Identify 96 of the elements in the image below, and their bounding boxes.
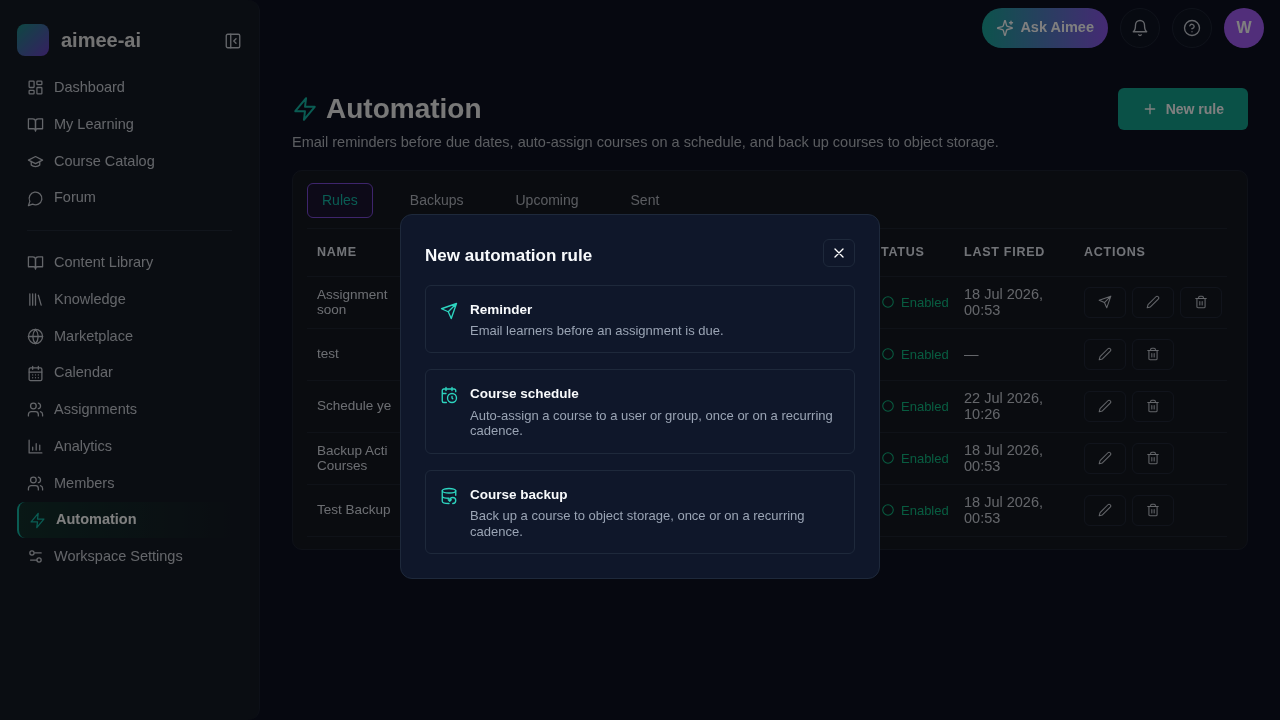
edit-button[interactable] [1132,286,1174,318]
tab[interactable]: Backups [394,182,479,218]
trash-icon [1146,399,1160,414]
calendar-icon [27,364,44,382]
pencil-icon [1098,399,1112,414]
brand-name: aimee-ai [61,28,143,53]
page-subtitle: Email reminders before due dates, auto-assign courses on a schedule, and back up courses to object storage. [292,133,999,152]
column-header: NAME [316,243,358,261]
sidebar-item[interactable]: Content Library [17,245,242,281]
help-button[interactable] [1172,8,1212,48]
table-cell-text: Backup Acti Courses [316,442,389,474]
delete-button[interactable] [1132,494,1174,526]
trash-icon [1194,295,1208,310]
globe-icon [27,327,44,345]
sliders-icon [27,548,44,566]
trash-icon [1146,503,1160,518]
ask-aimee-button[interactable]: Ask Aimee [982,8,1108,48]
database-icon [440,486,458,505]
pencil-icon [1098,503,1112,518]
edit-button[interactable] [1084,494,1126,526]
book-icon [27,116,44,134]
collapse-sidebar-icon[interactable] [224,31,242,50]
paper-plane-icon [440,301,458,320]
lightning-icon [292,96,318,122]
delete-button[interactable] [1132,390,1174,422]
bell-icon [1131,19,1149,37]
sidebar-item[interactable]: Members [17,465,242,502]
user-avatar[interactable]: W [1224,8,1264,48]
column-header: LAST FIRED [963,243,1047,261]
status-icon [881,503,895,518]
status-text: Enabled [901,397,949,416]
tab[interactable]: Sent [615,182,675,218]
status-text: Enabled [901,293,949,312]
rule-type-option[interactable]: Course schedule Auto-assign a course to a user or group, once or on a recurring cadence. [425,369,855,454]
users-icon [27,474,44,492]
edit-button[interactable] [1084,338,1126,370]
logo-icon [17,24,49,56]
grid-icon [27,79,44,97]
table-cell-text: 18 Jul 2026, 00:53 [963,441,1044,475]
tab[interactable]: Rules [307,182,373,218]
status-text: Enabled [901,501,949,520]
library-icon [27,291,44,309]
table-cell-text: 18 Jul 2026, 00:53 [963,285,1044,319]
trash-icon [1146,451,1160,466]
table-cell-text: 22 Jul 2026, 10:26 [963,389,1044,423]
sparkle-icon [996,19,1015,37]
trash-icon [1146,347,1160,362]
bar-chart-icon [27,438,44,456]
sidebar-item[interactable]: Dashboard [17,70,242,106]
lightning-icon [29,511,46,529]
status-text: Enabled [901,449,949,468]
pencil-icon [1146,295,1160,310]
users-icon [27,401,44,419]
pencil-icon [1098,347,1112,362]
pencil-icon [1098,451,1112,466]
status-icon [881,399,895,414]
send-button[interactable] [1084,286,1126,318]
new-rule-button[interactable]: New rule [1117,88,1248,130]
delete-button[interactable] [1132,442,1174,474]
sidebar-item[interactable]: Analytics [17,428,242,465]
sidebar-item[interactable]: Course Catalog [17,143,242,180]
sidebar-item[interactable]: My Learning [17,106,242,143]
delete-button[interactable] [1180,286,1222,318]
tab[interactable]: Upcoming [500,182,594,218]
book-icon [27,254,44,272]
sidebar-item[interactable]: Assignments [17,392,242,428]
table-cell-text: test [316,346,340,362]
sidebar-item[interactable]: Marketplace [17,318,242,355]
chat-bubble-icon [27,189,44,207]
rule-type-option[interactable]: Reminder Email learners before an assignment is due. [425,284,855,354]
table-cell-text: Schedule ye [316,398,393,414]
table-cell-text: — [963,345,980,363]
modal-title: New automation rule [425,245,593,267]
edit-button[interactable] [1084,390,1126,422]
calendar-clock-icon [440,386,458,405]
page-title: Automation [326,92,482,126]
sidebar-item[interactable]: Forum [17,180,242,216]
edit-button[interactable] [1084,442,1126,474]
sidebar-item[interactable]: Knowledge [17,281,242,318]
delete-button[interactable] [1132,338,1174,370]
sidebar-item[interactable]: Workspace Settings [17,539,242,575]
table-cell-text: Assignment soon [316,286,389,318]
sidebar-item[interactable]: Calendar [17,355,242,391]
status-icon [881,451,895,466]
notifications-button[interactable] [1120,8,1160,48]
column-header: TATUS [880,243,926,261]
table-cell-text: 18 Jul 2026, 00:53 [963,493,1044,527]
column-header: ACTIONS [1083,243,1147,261]
paper-plane-icon [1098,295,1112,310]
table-cell-text: Test Backup [316,502,392,518]
close-button[interactable] [823,239,855,267]
status-icon [881,347,895,362]
status-icon [881,295,895,310]
rule-type-option[interactable]: Course backup Back up a course to object storage, once or on a recurring cadence. [425,469,855,555]
status-text: Enabled [901,345,949,364]
help-icon [1183,19,1201,37]
